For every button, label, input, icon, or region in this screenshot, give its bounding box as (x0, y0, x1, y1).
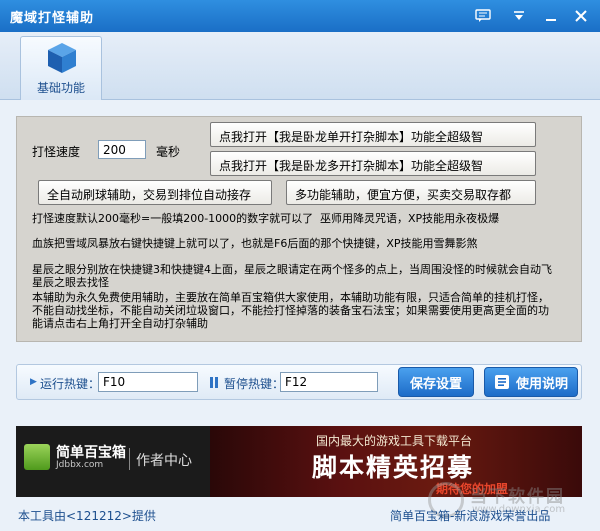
note-free-usage: 本辅助为永久免费使用辅助，主要放在简单百宝箱供大家使用，本辅助功能有限，只适合简… (32, 291, 549, 330)
note-vampire: 血族把雪域凤暴放右键快捷键上就可以了，也就是F6后面的那个快捷键，XP技能用雪舞… (32, 237, 478, 250)
help-label: 使用说明 (515, 375, 568, 391)
run-hotkey-input[interactable] (98, 372, 198, 392)
tab-label: 基础功能 (36, 81, 85, 95)
title-bar[interactable]: 魔域打怪辅助 (0, 0, 600, 32)
pause-hotkey-input[interactable] (280, 372, 378, 392)
speed-unit: 毫秒 (156, 145, 181, 159)
pause-icon (210, 377, 218, 388)
chat-icon[interactable] (472, 6, 494, 26)
banner-logo: 简单百宝箱 (56, 445, 126, 461)
pause-hotkey-label: 暂停热键： (224, 377, 285, 391)
multifunction-button[interactable]: 多功能辅助，便宜方便，买卖交易取存都 (286, 180, 536, 205)
auto-refresh-button[interactable]: 全自动刷球辅助，交易到排位自动接存 (38, 180, 272, 205)
dropdown-icon[interactable] (508, 6, 530, 26)
open-multi-script-button[interactable]: 点我打开【我是卧龙多开打杂脚本】功能全超级智 (210, 151, 536, 176)
help-button[interactable]: 使用说明 (484, 367, 578, 397)
banner-divider (129, 448, 130, 470)
minimize-icon[interactable] (540, 6, 562, 26)
banner-tagline: 国内最大的游戏工具下载平台 (315, 434, 472, 448)
cube-icon (48, 43, 76, 73)
note-speed: 打怪速度默认200毫秒=一般填200-1000的数字就可以了 (32, 212, 314, 225)
window-title: 魔域打怪辅助 (10, 11, 95, 26)
logo-box-icon (24, 444, 50, 470)
close-icon[interactable] (570, 6, 592, 26)
book-icon (494, 375, 509, 389)
footer-credits-link[interactable]: 简单百宝箱-新浪游戏荣誉出品 (390, 507, 550, 524)
footer-provider-link[interactable]: 本工具由<121212>提供 (18, 507, 156, 524)
banner-logo-url: Jdbbx.com (56, 460, 104, 470)
run-hotkey-label: 运行热键： (40, 377, 101, 391)
note-star-eye: 星辰之眼分别放在快捷键3和快捷键4上面，星辰之眼请定在两个怪多的点上，当周围没怪… (32, 263, 552, 289)
speed-label: 打怪速度 (32, 145, 81, 159)
open-single-script-button[interactable]: 点我打开【我是卧龙单开打杂脚本】功能全超级智 (210, 122, 536, 147)
save-settings-button[interactable]: 保存设置 (398, 367, 474, 397)
banner-author-center: 作者中心 (136, 453, 192, 469)
speed-input[interactable] (98, 140, 146, 159)
tab-basic-functions[interactable]: 基础功能 (20, 36, 102, 100)
save-settings-label: 保存设置 (409, 375, 462, 391)
play-arrow-icon: ▶ (30, 377, 37, 387)
note-wizard: 巫师用降灵咒语，XP技能用永夜极爆 (320, 212, 500, 225)
tab-bar: 基础功能 (0, 32, 600, 100)
